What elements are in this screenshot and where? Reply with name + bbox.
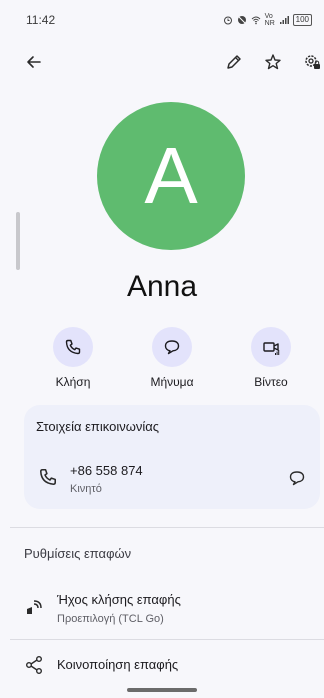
share-icon	[26, 656, 42, 674]
battery-indicator: 100	[292, 14, 312, 26]
contact-settings-button[interactable]	[300, 50, 324, 74]
avatar-initial: A	[144, 131, 198, 220]
message-action[interactable]: Μήνυμα	[132, 327, 212, 389]
phone-icon[interactable]	[38, 467, 58, 487]
alarm-icon	[223, 16, 232, 25]
ringtone-icon	[27, 600, 42, 614]
divider	[10, 527, 324, 528]
contact-info-card: Στοιχεία επικοινωνίας +86 558 874 Κινητό	[24, 405, 320, 509]
contact-avatar: A	[97, 102, 245, 250]
call-button[interactable]	[53, 327, 93, 367]
back-arrow-icon	[27, 56, 41, 68]
status-icons: Vo NR 100	[223, 13, 312, 27]
call-action[interactable]: Κλήση	[33, 327, 113, 389]
message-icon	[164, 340, 180, 355]
video-action[interactable]: Βίντεο	[231, 327, 311, 389]
contact-info-title: Στοιχεία επικοινωνίας	[36, 419, 160, 434]
ringtone-label: Ήχος κλήσης επαφής	[57, 592, 181, 607]
phone-type: Κινητό	[70, 483, 102, 495]
call-label: Κλήση	[55, 375, 91, 389]
share-contact-label: Κοινοποίηση επαφής	[57, 657, 179, 672]
signal-icon	[279, 16, 289, 24]
scroll-indicator[interactable]	[16, 212, 20, 270]
contact-name: Anna	[126, 270, 198, 303]
home-indicator[interactable]	[127, 688, 197, 692]
status-time: 11:42	[26, 13, 56, 27]
phone-icon	[65, 339, 81, 355]
wifi-icon	[251, 16, 260, 25]
send-message-icon[interactable]	[288, 469, 306, 487]
quick-actions: Κλήση Μήνυμα Βίντεο	[0, 327, 324, 391]
pencil-icon	[227, 55, 241, 69]
phone-number[interactable]: +86 558 874	[70, 463, 143, 478]
video-icon	[263, 342, 280, 355]
gear-lock-icon	[305, 55, 320, 69]
ringtone-value: Προεπιλογή (TCL Go)	[57, 613, 164, 625]
toolbar	[0, 46, 324, 78]
edit-button[interactable]	[222, 50, 246, 74]
favorite-button[interactable]	[261, 50, 285, 74]
message-button[interactable]	[152, 327, 192, 367]
divider	[10, 639, 324, 640]
mute-icon	[237, 16, 246, 24]
network-label: Vo NR	[264, 13, 275, 27]
contact-settings-title: Ρυθμίσεις επαφών	[24, 546, 132, 561]
video-label: Βίντεο	[254, 375, 288, 389]
back-button[interactable]	[22, 50, 46, 74]
star-icon	[265, 54, 281, 70]
message-label: Μήνυμα	[150, 375, 194, 389]
status-bar: 11:42 Vo NR 100	[0, 0, 324, 40]
video-button[interactable]	[251, 327, 291, 367]
